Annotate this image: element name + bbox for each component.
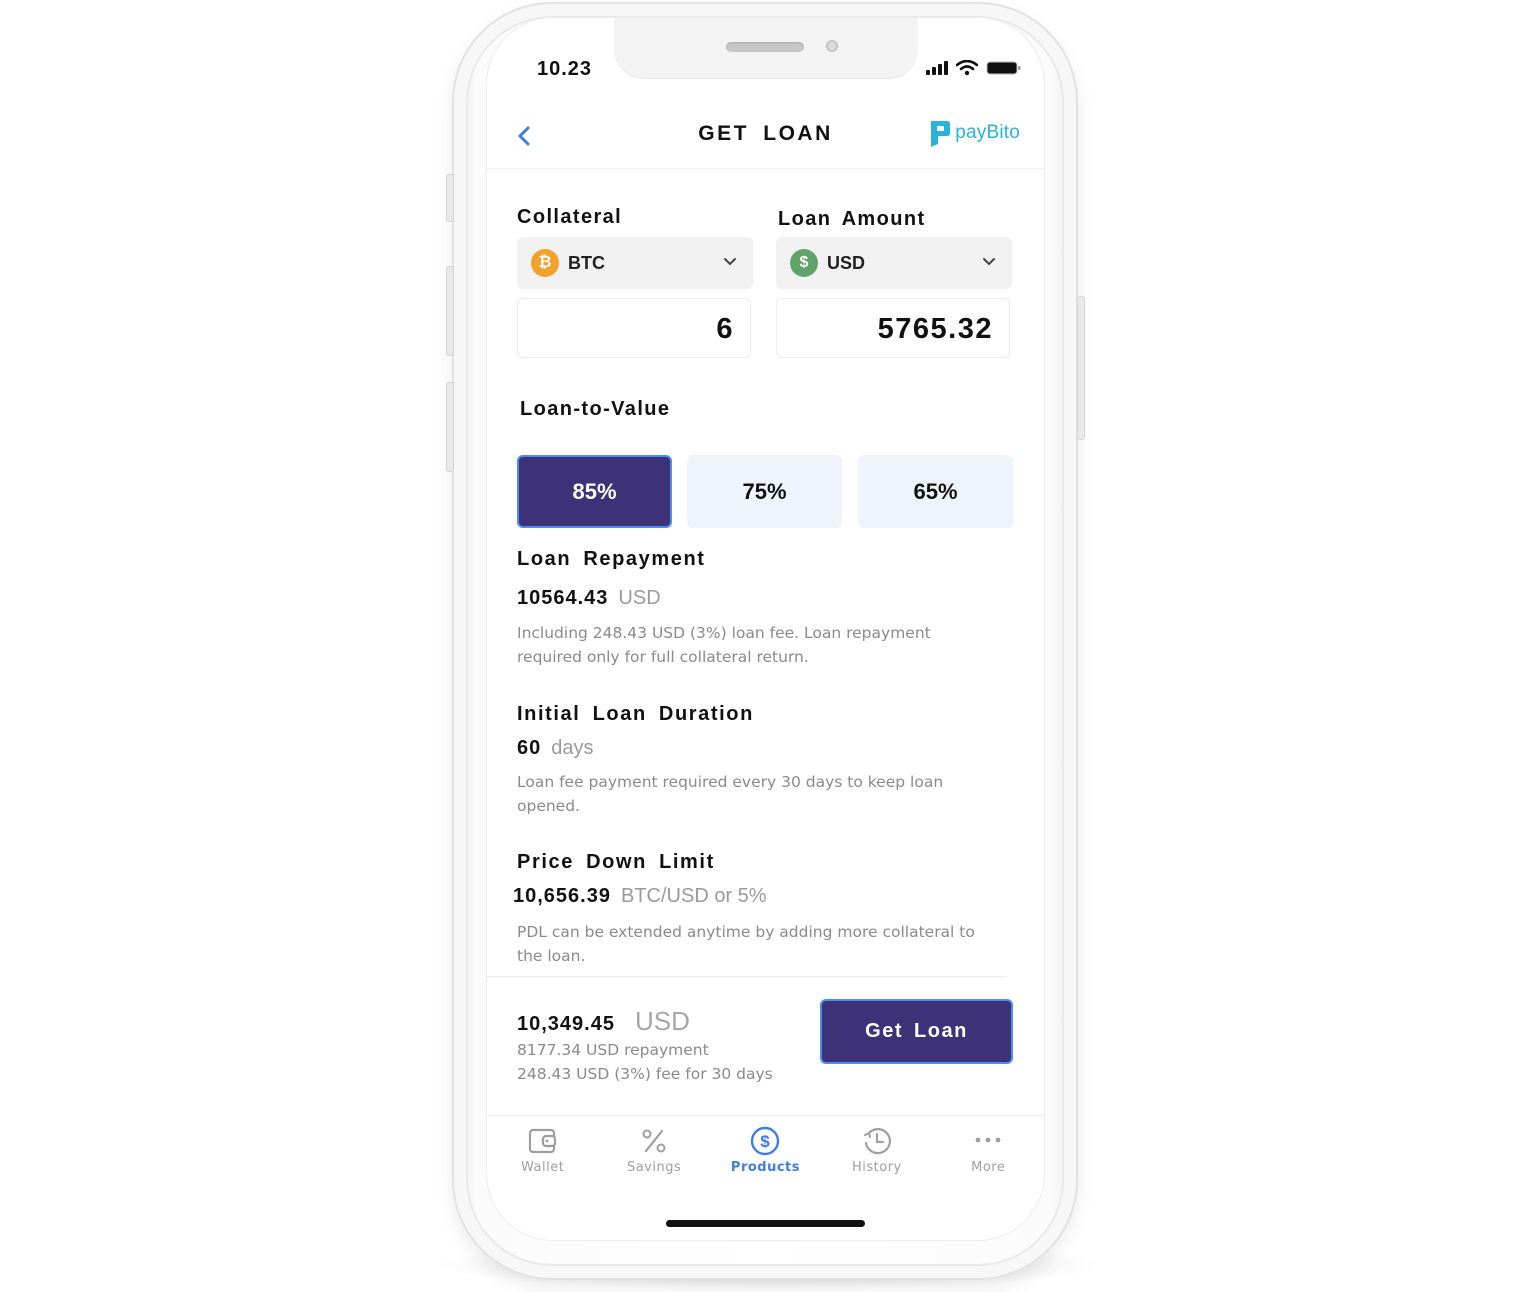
loan-currency-select[interactable]: $ USD bbox=[776, 237, 1012, 289]
bitcoin-icon: ₿ bbox=[531, 249, 559, 277]
repayment-amount: 10564.43 bbox=[517, 587, 609, 609]
tab-savings[interactable]: Savings bbox=[598, 1116, 709, 1196]
summary-repayment: 8177.34 USD repayment bbox=[517, 1041, 709, 1059]
bottom-tab-bar: Wallet Savings $ Products History More bbox=[487, 1115, 1044, 1196]
tab-history[interactable]: History bbox=[821, 1116, 932, 1196]
paybito-logo-icon bbox=[931, 121, 951, 147]
repayment-unit: USD bbox=[618, 587, 661, 609]
power-button bbox=[1077, 296, 1085, 440]
wifi-icon bbox=[956, 60, 978, 76]
duration-amount: 60 bbox=[517, 737, 542, 759]
dollar-icon: $ bbox=[790, 249, 818, 277]
dollar-circle-icon: $ bbox=[751, 1126, 780, 1156]
chevron-down-icon bbox=[983, 258, 995, 266]
ltv-option-65[interactable]: 65% bbox=[858, 455, 1013, 528]
svg-text:$: $ bbox=[761, 1132, 771, 1151]
collateral-currency: BTC bbox=[568, 252, 605, 273]
repayment-description: Including 248.43 USD (3%) loan fee. Loan… bbox=[517, 624, 931, 666]
pdl-title: Price Down Limit bbox=[517, 851, 715, 873]
loan-currency: USD bbox=[827, 252, 866, 273]
summary-total: 10,349.45 USD bbox=[517, 1006, 690, 1037]
loan-amount-input[interactable]: 5765.32 bbox=[776, 298, 1010, 358]
tab-wallet[interactable]: Wallet bbox=[487, 1116, 598, 1196]
tab-label: Wallet bbox=[521, 1160, 565, 1175]
paybito-logo: payBito bbox=[929, 118, 1020, 148]
tab-label: Products bbox=[730, 1160, 801, 1175]
tab-label: History bbox=[851, 1160, 902, 1175]
home-indicator[interactable] bbox=[666, 1220, 865, 1227]
loan-amount-label: Loan Amount bbox=[778, 208, 926, 230]
signal-icon bbox=[926, 61, 948, 75]
more-icon bbox=[975, 1137, 1001, 1143]
pdl-unit: BTC/USD or 5% bbox=[620, 885, 767, 907]
front-camera bbox=[826, 40, 838, 52]
summary-fee: 248.43 USD (3%) fee for 30 days bbox=[517, 1065, 773, 1083]
percent-icon bbox=[642, 1129, 666, 1153]
history-icon bbox=[863, 1128, 891, 1155]
phone-screen: 10.23 GET LOAN payBito Collateral Loan A… bbox=[487, 18, 1044, 1240]
summary-unit: USD bbox=[634, 1006, 690, 1036]
tab-more[interactable]: More bbox=[933, 1116, 1044, 1196]
status-icons bbox=[926, 60, 1022, 76]
battery-icon bbox=[986, 61, 1021, 75]
app-header: GET LOAN payBito bbox=[487, 106, 1044, 169]
chevron-down-icon bbox=[724, 258, 736, 266]
pdl-amount: 10,656.39 bbox=[513, 885, 611, 907]
tab-label: Savings bbox=[626, 1160, 682, 1175]
wallet-icon bbox=[528, 1128, 556, 1154]
volume-up-button bbox=[446, 266, 454, 356]
get-loan-button[interactable]: Get Loan bbox=[820, 999, 1013, 1064]
ltv-option-85[interactable]: 85% bbox=[517, 455, 672, 528]
brand-name: payBito bbox=[955, 122, 1020, 143]
summary-details: 8177.34 USD repayment 248.43 USD (3%) fe… bbox=[517, 1038, 773, 1086]
ltv-label: Loan-to-Value bbox=[520, 398, 671, 420]
repayment-title: Loan Repayment bbox=[517, 548, 706, 570]
ltv-option-75[interactable]: 75% bbox=[687, 455, 842, 528]
mute-switch bbox=[446, 174, 454, 222]
collateral-label: Collateral bbox=[517, 206, 623, 228]
volume-down-button bbox=[446, 382, 454, 472]
notch bbox=[614, 18, 918, 78]
duration-description: Loan fee payment required every 30 days … bbox=[517, 773, 944, 815]
duration-value: 60 days bbox=[517, 737, 594, 760]
pdl-description: PDL can be extended anytime by adding mo… bbox=[517, 923, 975, 965]
repayment-value: 10564.43 USD bbox=[517, 587, 661, 610]
duration-unit: days bbox=[551, 737, 594, 759]
collateral-amount-input[interactable]: 6 bbox=[517, 298, 751, 358]
pdl-value: 10,656.39 BTC/USD or 5% bbox=[513, 885, 767, 908]
status-time: 10.23 bbox=[537, 58, 593, 80]
speaker bbox=[726, 42, 804, 52]
duration-title: Initial Loan Duration bbox=[517, 703, 754, 725]
summary-amount: 10,349.45 bbox=[517, 1013, 615, 1035]
tab-products[interactable]: $ Products bbox=[710, 1116, 821, 1196]
tab-label: More bbox=[971, 1160, 1006, 1175]
collateral-currency-select[interactable]: ₿ BTC bbox=[517, 237, 753, 289]
divider bbox=[487, 976, 1007, 977]
